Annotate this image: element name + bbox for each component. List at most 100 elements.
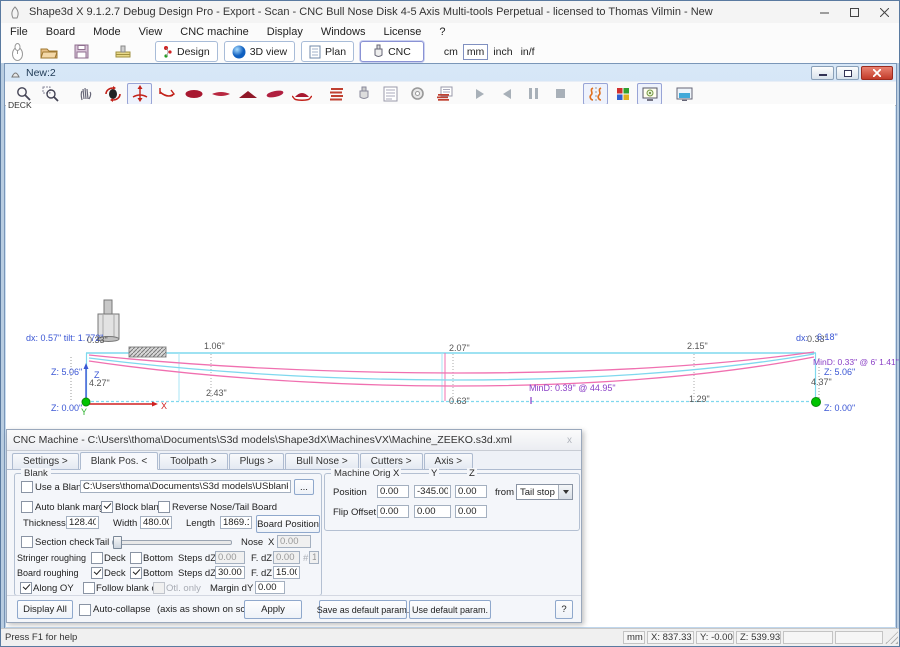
maximize-icon[interactable]	[839, 1, 869, 23]
outline-view-icon[interactable]	[181, 83, 206, 105]
unit-mm[interactable]: mm	[463, 44, 489, 60]
zoom-window-icon[interactable]	[38, 83, 63, 105]
step-back-icon[interactable]	[494, 83, 519, 105]
tab-cutters[interactable]: Cutters >	[360, 453, 423, 469]
dialog-help-button[interactable]: ?	[555, 600, 573, 619]
menu-board[interactable]: Board	[37, 23, 84, 40]
board-steps-field[interactable]	[215, 566, 245, 579]
preview-monitor-icon[interactable]	[637, 83, 662, 105]
apply-button[interactable]: Apply	[244, 600, 302, 619]
doc-restore-icon[interactable]	[836, 66, 859, 80]
3d-view-button[interactable]: 3D view	[224, 41, 295, 62]
position-y-field[interactable]	[414, 485, 451, 498]
menu-cnc-machine[interactable]: CNC machine	[171, 23, 257, 40]
menu-windows[interactable]: Windows	[312, 23, 375, 40]
record-icon[interactable]	[405, 83, 430, 105]
section-x-field[interactable]	[277, 535, 311, 548]
zoom-in-icon[interactable]	[11, 83, 36, 105]
document-titlebar[interactable]: New:2	[5, 64, 896, 81]
menu-display[interactable]: Display	[258, 23, 312, 40]
board-fdz-field[interactable]	[273, 566, 300, 579]
flip-x-field[interactable]	[377, 505, 409, 518]
rotate-view-icon[interactable]	[100, 83, 125, 105]
menu-file[interactable]: File	[1, 23, 37, 40]
unit-inch[interactable]: inch	[490, 45, 515, 59]
menu-license[interactable]: License	[374, 23, 430, 40]
auto-blank-margin-checkbox[interactable]	[21, 501, 33, 513]
board-deck-checkbox[interactable]	[91, 567, 103, 579]
minimize-icon[interactable]	[809, 1, 839, 23]
board-bottom-checkbox[interactable]	[130, 567, 142, 579]
close-icon[interactable]	[869, 1, 899, 23]
flip-y-field[interactable]	[414, 505, 451, 518]
save-icon[interactable]	[69, 42, 93, 62]
stringer-fdz-field[interactable]	[273, 551, 300, 564]
menu-mode[interactable]: Mode	[84, 23, 130, 40]
thickness-field[interactable]	[66, 516, 99, 529]
follow-blank-otl-checkbox[interactable]	[83, 582, 95, 594]
pause-icon[interactable]	[521, 83, 546, 105]
save-default-button[interactable]: Save as default param.	[319, 600, 407, 619]
rocker-shift-icon[interactable]	[154, 83, 179, 105]
position-z-field[interactable]	[455, 485, 487, 498]
fullscreen-icon[interactable]	[672, 83, 697, 105]
dialog-close-icon[interactable]: x	[564, 435, 575, 446]
stringer-count-field[interactable]	[309, 551, 319, 564]
tool-path-icon[interactable]	[351, 83, 376, 105]
report-icon[interactable]	[378, 83, 403, 105]
section-view-icon[interactable]	[235, 83, 260, 105]
tab-plugs[interactable]: Plugs >	[229, 453, 285, 469]
pan-hand-icon[interactable]	[73, 83, 98, 105]
along-oy-checkbox[interactable]	[20, 582, 32, 594]
color-layers-icon[interactable]	[610, 83, 635, 105]
tab-settings[interactable]: Settings >	[12, 453, 79, 469]
doc-minimize-icon[interactable]	[811, 66, 834, 80]
tab-toolpath[interactable]: Toolpath >	[159, 453, 227, 469]
length-field[interactable]	[220, 516, 252, 529]
stop-icon[interactable]	[548, 83, 573, 105]
rocker-adjust-icon[interactable]	[127, 83, 152, 105]
thickness-view-icon[interactable]	[208, 83, 233, 105]
mouse-tool-icon[interactable]	[5, 42, 29, 62]
dropdown-arrow-icon[interactable]	[558, 485, 572, 499]
use-a-blank-checkbox[interactable]	[21, 481, 33, 493]
machine-icon[interactable]	[111, 42, 135, 62]
otl-only-checkbox[interactable]	[153, 582, 165, 594]
board-position-button[interactable]: Board Position	[256, 515, 320, 533]
flip-z-field[interactable]	[455, 505, 487, 518]
export-slices-icon[interactable]	[432, 83, 457, 105]
menu-help[interactable]: ?	[430, 23, 454, 40]
doc-close-icon[interactable]	[861, 66, 893, 80]
use-default-button[interactable]: Use default param.	[409, 600, 491, 619]
menu-view[interactable]: View	[130, 23, 172, 40]
blank-path-field[interactable]	[80, 480, 291, 493]
simulation-icon[interactable]	[583, 83, 608, 105]
flip-view-icon[interactable]	[289, 83, 314, 105]
auto-collapse-checkbox[interactable]	[79, 604, 91, 616]
tab-axis[interactable]: Axis >	[424, 453, 474, 469]
display-all-button[interactable]: Display All	[17, 600, 73, 619]
section-check-checkbox[interactable]	[21, 536, 33, 548]
block-blank-checkbox[interactable]	[101, 501, 113, 513]
margin-dy-field[interactable]	[255, 581, 285, 594]
unit-inf[interactable]: in/f	[518, 45, 538, 59]
browse-blank-button[interactable]: ...	[294, 479, 314, 495]
design-button[interactable]: Design	[155, 41, 218, 62]
dialog-titlebar[interactable]: CNC Machine - C:\Users\thoma\Documents\S…	[7, 430, 581, 451]
cnc-button[interactable]: CNC	[360, 41, 424, 62]
position-x-field[interactable]	[377, 485, 409, 498]
stringer-steps-field[interactable]	[215, 551, 245, 564]
slices-icon[interactable]	[324, 83, 349, 105]
from-dropdown[interactable]: Tail stop	[516, 484, 573, 500]
section-slider-thumb[interactable]	[113, 536, 122, 549]
tab-bull-nose[interactable]: Bull Nose >	[285, 453, 358, 469]
open-folder-icon[interactable]	[37, 42, 61, 62]
stringer-deck-checkbox[interactable]	[91, 552, 103, 564]
plan-button[interactable]: Plan	[301, 41, 354, 62]
unit-cm[interactable]: cm	[441, 45, 461, 59]
resize-grip[interactable]	[885, 631, 898, 644]
width-field[interactable]	[140, 516, 172, 529]
reverse-nose-tail-checkbox[interactable]	[158, 501, 170, 513]
perspective-view-icon[interactable]	[262, 83, 287, 105]
play-icon[interactable]	[467, 83, 492, 105]
